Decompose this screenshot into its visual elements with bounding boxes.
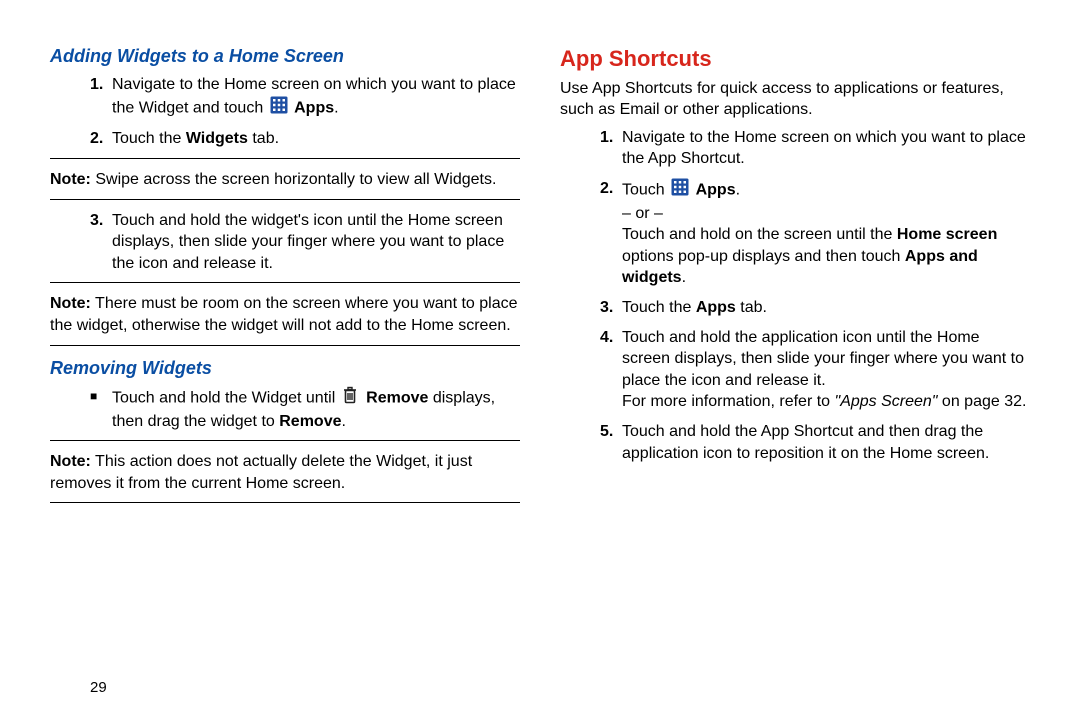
step-number: 2. (600, 178, 622, 289)
note-label: Note: (50, 453, 91, 470)
step-number: 1. (600, 127, 622, 170)
bold-text: Apps (696, 182, 736, 199)
step-text: Navigate to the Home screen on which you… (112, 74, 520, 120)
text: Touch the (112, 130, 186, 147)
text: For more information, refer to (622, 393, 835, 410)
list-item: 5. Touch and hold the App Shortcut and t… (560, 421, 1030, 464)
text: . (682, 269, 686, 286)
note-label: Note: (50, 171, 91, 188)
left-column: Adding Widgets to a Home Screen 1. Navig… (50, 40, 520, 700)
divider (50, 199, 520, 200)
step-text: Touch and hold the App Shortcut and then… (622, 421, 1030, 464)
text: . (334, 99, 338, 116)
step-text: Touch the Apps tab. (622, 297, 1030, 319)
note: Note: This action does not actually dele… (50, 451, 520, 494)
heading-app-shortcuts: App Shortcuts (560, 44, 1030, 74)
bullet-item: ■ Touch and hold the Widget until Remove… (50, 386, 520, 432)
text: on page 32. (937, 393, 1026, 410)
note-text: There must be room on the screen where y… (50, 295, 518, 334)
list-item: 1. Navigate to the Home screen on which … (560, 127, 1030, 170)
intro-text: Use App Shortcuts for quick access to ap… (560, 78, 1030, 121)
right-column: App Shortcuts Use App Shortcuts for quic… (560, 40, 1030, 700)
note-label: Note: (50, 295, 91, 312)
text: Touch and hold on the screen until the (622, 226, 897, 243)
text: Touch the (622, 299, 696, 316)
heading-removing-widgets: Removing Widgets (50, 356, 520, 380)
heading-adding-widgets: Adding Widgets to a Home Screen (50, 44, 520, 68)
page-number: 29 (90, 678, 107, 698)
divider (50, 345, 520, 346)
bold-text: Widgets (186, 130, 248, 147)
step-number: 3. (600, 297, 622, 319)
italic-text: "Apps Screen" (835, 393, 938, 410)
list-item: 3. Touch and hold the widget's icon unti… (50, 210, 520, 275)
bold-text: Home screen (897, 226, 998, 243)
step-text: Touch and hold the application icon unti… (622, 327, 1030, 413)
adding-widgets-steps: 1. Navigate to the Home screen on which … (50, 74, 520, 150)
note: Note: Swipe across the screen horizontal… (50, 169, 520, 191)
list-item: 4. Touch and hold the application icon u… (560, 327, 1030, 413)
divider (50, 158, 520, 159)
divider (50, 502, 520, 503)
list-item: 2. Touch Apps. – (560, 178, 1030, 289)
bold-text: Apps (294, 99, 334, 116)
divider (50, 440, 520, 441)
text: Touch (622, 182, 669, 199)
text: tab. (248, 130, 279, 147)
step-text: Navigate to the Home screen on which you… (622, 127, 1030, 170)
text: . (736, 182, 740, 199)
list-item: 1. Navigate to the Home screen on which … (50, 74, 520, 120)
or-text: – or – (622, 203, 1030, 225)
step-number: 3. (90, 210, 112, 275)
text: Touch and hold the Widget until (112, 389, 340, 406)
note-text: This action does not actually delete the… (50, 453, 472, 492)
divider (50, 282, 520, 283)
list-item: 3. Touch the Apps tab. (560, 297, 1030, 319)
step-text: Touch and hold the widget's icon until t… (112, 210, 520, 275)
step-number: 5. (600, 421, 622, 464)
manual-page: Adding Widgets to a Home Screen 1. Navig… (0, 0, 1080, 720)
note: Note: There must be room on the screen w… (50, 293, 520, 336)
text: . (341, 413, 345, 430)
apps-grid-icon (671, 178, 689, 203)
bullet-text: Touch and hold the Widget until Remove d… (112, 386, 520, 432)
text: Touch and hold the application icon unti… (622, 329, 1024, 389)
app-shortcuts-steps: 1. Navigate to the Home screen on which … (560, 127, 1030, 464)
apps-grid-icon (270, 96, 288, 121)
step-number: 1. (90, 74, 112, 120)
list-item: 2. Touch the Widgets tab. (50, 128, 520, 150)
adding-widgets-steps-cont: 3. Touch and hold the widget's icon unti… (50, 210, 520, 275)
trash-icon (342, 386, 358, 411)
step-text: Touch the Widgets tab. (112, 128, 520, 150)
bold-text: Remove (366, 389, 428, 406)
square-bullet-icon: ■ (90, 386, 112, 432)
step-text: Touch Apps. – or – Touch (622, 178, 1030, 289)
step-number: 4. (600, 327, 622, 413)
text: tab. (736, 299, 767, 316)
step-number: 2. (90, 128, 112, 150)
text: options pop-up displays and then touch (622, 248, 905, 265)
bold-text: Apps (696, 299, 736, 316)
note-text: Swipe across the screen horizontally to … (91, 171, 497, 188)
bold-text: Remove (279, 413, 341, 430)
